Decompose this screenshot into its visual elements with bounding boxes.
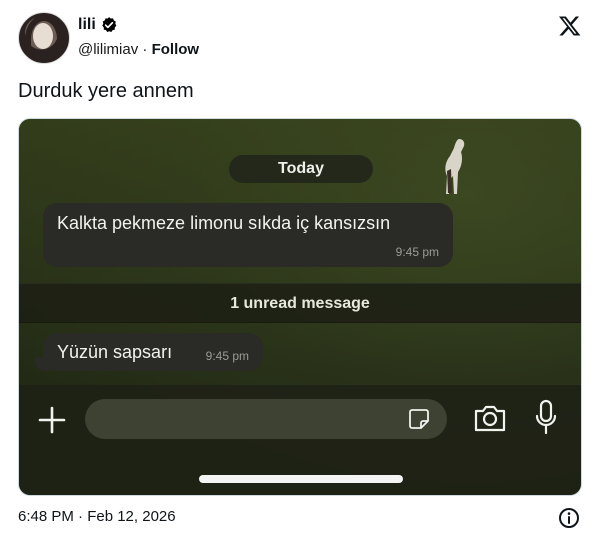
follow-button[interactable]: Follow — [152, 41, 200, 58]
tweet-text: Durduk yere annem — [18, 80, 194, 102]
date-pill: Today — [229, 155, 373, 183]
home-indicator — [199, 475, 403, 483]
message-bubble[interactable]: Kalkta pekmeze limonu sıkda iç kansızsın… — [43, 203, 453, 267]
chat-input-bar — [19, 385, 581, 495]
microphone-icon[interactable] — [535, 399, 557, 435]
message-text: Kalkta pekmeze limonu sıkda iç kansızsın — [57, 213, 391, 233]
message-time: 9:45 pm — [395, 245, 439, 259]
info-icon[interactable] — [558, 507, 580, 529]
horse-silhouette — [445, 139, 465, 194]
x-logo-icon[interactable] — [558, 14, 582, 38]
message-bubble[interactable]: Yüzün sapsarı 9:45 pm — [43, 333, 263, 371]
name-line: lili — [78, 16, 118, 34]
message-text: Yüzün sapsarı — [57, 342, 173, 362]
handle-line: @lilimiav · Follow — [78, 41, 199, 58]
verified-badge-icon — [102, 17, 117, 32]
unread-banner: 1 unread message — [19, 283, 581, 323]
message-time: 9:45 pm — [205, 349, 249, 363]
display-name[interactable]: lili — [78, 16, 96, 34]
plus-icon[interactable] — [37, 405, 67, 435]
tweet-media[interactable]: Today Kalkta pekmeze limonu sıkda iç kan… — [18, 118, 582, 496]
sticker-icon[interactable] — [407, 407, 431, 431]
handle[interactable]: @lilimiav — [78, 41, 138, 58]
message-input[interactable] — [85, 399, 447, 439]
camera-icon[interactable] — [473, 403, 507, 433]
avatar[interactable] — [18, 12, 70, 64]
separator: · — [142, 41, 148, 58]
tweet-timestamp[interactable]: 6:48 PM · Feb 12, 2026 — [18, 508, 176, 525]
tweet-header: lili @lilimiav · Follow — [18, 12, 582, 68]
